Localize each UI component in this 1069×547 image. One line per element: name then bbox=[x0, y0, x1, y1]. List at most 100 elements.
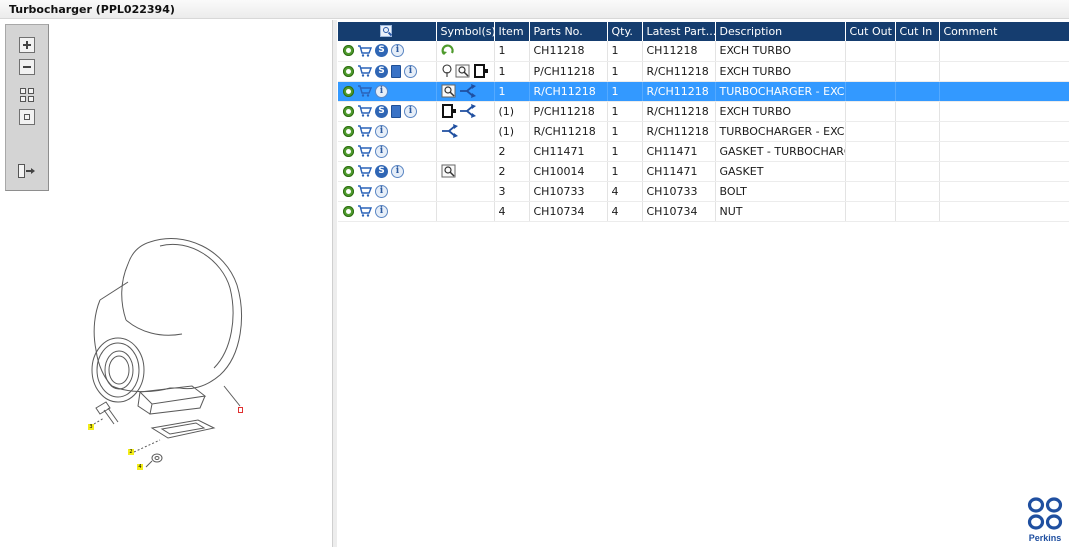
cell-qty[interactable]: 1 bbox=[607, 121, 643, 142]
branch-icon[interactable] bbox=[459, 104, 477, 118]
cell-comment[interactable] bbox=[939, 61, 1069, 82]
cell-item[interactable]: 1 bbox=[494, 81, 530, 102]
table-row[interactable]: Si 2 CH10014 1 CH11471 GASKET bbox=[338, 161, 1069, 182]
view-icon[interactable] bbox=[441, 84, 457, 98]
cell-cut-in[interactable] bbox=[895, 141, 940, 162]
cell-latest-part[interactable]: CH11471 bbox=[642, 161, 716, 182]
table-row[interactable]: i1R/CH112181R/CH11218TURBOCHARGER - EXCH… bbox=[338, 81, 1069, 102]
cell-comment[interactable] bbox=[939, 161, 1069, 182]
cart-icon[interactable] bbox=[357, 65, 372, 77]
gear-icon[interactable] bbox=[343, 45, 354, 57]
info-icon[interactable]: i bbox=[375, 84, 388, 98]
cell-cut-out[interactable] bbox=[845, 41, 896, 62]
cell-qty[interactable]: 1 bbox=[607, 81, 643, 102]
cell-cut-in[interactable] bbox=[895, 81, 940, 102]
cell-cut-in[interactable] bbox=[895, 41, 940, 62]
table-row[interactable]: i 3 CH10733 4 CH10733 BOLT bbox=[338, 181, 1069, 202]
cell-comment[interactable] bbox=[939, 41, 1069, 62]
branch-icon[interactable] bbox=[459, 84, 477, 98]
cell-parts-no[interactable]: R/CH11218 bbox=[529, 81, 608, 102]
table-row[interactable]: i2CH114711CH11471GASKET - TURBOCHARGER bbox=[338, 141, 1069, 162]
cell-description[interactable]: EXCH TURBO bbox=[715, 41, 846, 62]
cell-description[interactable]: NUT bbox=[715, 201, 846, 222]
gear-icon[interactable] bbox=[343, 105, 354, 117]
cell-item[interactable]: 4 bbox=[494, 201, 530, 222]
book-icon[interactable] bbox=[391, 64, 401, 78]
cell-parts-no[interactable]: R/CH11218 bbox=[529, 121, 608, 142]
cart-icon[interactable] bbox=[357, 125, 372, 137]
cell-item[interactable]: 1 bbox=[494, 41, 530, 62]
branch-icon[interactable] bbox=[441, 124, 459, 138]
info-icon[interactable]: i bbox=[391, 164, 404, 178]
cell-latest-part[interactable]: R/CH11218 bbox=[642, 121, 716, 142]
cell-item[interactable]: 2 bbox=[494, 161, 530, 182]
cell-latest-part[interactable]: R/CH11218 bbox=[642, 81, 716, 102]
column-header-symbols[interactable]: Symbol(s) bbox=[436, 22, 495, 41]
table-row[interactable]: Si 1 P/CH11218 1 R/CH11218 EXCH TURBO bbox=[338, 61, 1069, 82]
gear-icon[interactable] bbox=[343, 125, 354, 137]
cell-qty[interactable]: 1 bbox=[607, 141, 643, 162]
s-icon[interactable]: S bbox=[375, 164, 388, 178]
cell-item[interactable]: 1 bbox=[494, 61, 530, 82]
cell-qty[interactable]: 1 bbox=[607, 41, 643, 62]
cell-description[interactable]: TURBOCHARGER - EXCHANGE bbox=[715, 121, 846, 142]
cell-cut-in[interactable] bbox=[895, 121, 940, 142]
cell-parts-no[interactable]: CH11471 bbox=[529, 141, 608, 162]
info-icon[interactable]: i bbox=[404, 64, 417, 78]
info-icon[interactable]: i bbox=[375, 204, 388, 218]
cart-icon[interactable] bbox=[357, 165, 372, 177]
cart-icon[interactable] bbox=[357, 45, 372, 57]
s-icon[interactable]: S bbox=[375, 104, 388, 118]
table-row[interactable]: Si (1) P/CH11218 1 R/CH11218 EXCH TURBO bbox=[338, 101, 1069, 122]
table-row[interactable]: i 4 CH10734 4 CH10734 NUT bbox=[338, 201, 1069, 222]
cell-comment[interactable] bbox=[939, 101, 1069, 122]
column-header-cut-in[interactable]: Cut In bbox=[895, 22, 940, 41]
cell-cut-out[interactable] bbox=[845, 181, 896, 202]
cell-latest-part[interactable]: CH11471 bbox=[642, 141, 716, 162]
gear-icon[interactable] bbox=[343, 85, 354, 97]
cell-cut-out[interactable] bbox=[845, 141, 896, 162]
cell-item[interactable]: (1) bbox=[494, 121, 530, 142]
cell-qty[interactable]: 4 bbox=[607, 181, 643, 202]
cell-cut-in[interactable] bbox=[895, 101, 940, 122]
cell-latest-part[interactable]: CH10733 bbox=[642, 181, 716, 202]
cell-parts-no[interactable]: P/CH11218 bbox=[529, 61, 608, 82]
cell-parts-no[interactable]: CH10014 bbox=[529, 161, 608, 182]
cell-parts-no[interactable]: CH11218 bbox=[529, 41, 608, 62]
column-header-parts-no[interactable]: Parts No. bbox=[529, 22, 608, 41]
cell-item[interactable]: (1) bbox=[494, 101, 530, 122]
cell-item[interactable]: 2 bbox=[494, 141, 530, 162]
s-icon[interactable]: S bbox=[375, 44, 388, 58]
info-icon[interactable]: i bbox=[391, 44, 404, 58]
table-row[interactable]: Si 1 CH11218 1 CH11218 EXCH TURBO bbox=[338, 41, 1069, 62]
cell-parts-no[interactable]: CH10734 bbox=[529, 201, 608, 222]
gear-icon[interactable] bbox=[343, 205, 354, 217]
cell-cut-in[interactable] bbox=[895, 181, 940, 202]
cell-description[interactable]: GASKET - TURBOCHARGER bbox=[715, 141, 846, 162]
cell-comment[interactable] bbox=[939, 201, 1069, 222]
search-parts-icon[interactable] bbox=[379, 25, 394, 38]
cell-comment[interactable] bbox=[939, 81, 1069, 102]
cell-comment[interactable] bbox=[939, 141, 1069, 162]
cell-parts-no[interactable]: P/CH11218 bbox=[529, 101, 608, 122]
gear-icon[interactable] bbox=[343, 165, 354, 177]
cart-icon[interactable] bbox=[357, 105, 372, 117]
cell-cut-in[interactable] bbox=[895, 61, 940, 82]
view-icon[interactable] bbox=[441, 164, 457, 178]
column-header-description[interactable]: Description bbox=[715, 22, 846, 41]
illustration-pane[interactable]: 3 2 4 bbox=[0, 20, 333, 547]
column-header-actions[interactable] bbox=[338, 22, 437, 41]
cell-comment[interactable] bbox=[939, 121, 1069, 142]
cell-item[interactable]: 3 bbox=[494, 181, 530, 202]
column-header-comment[interactable]: Comment bbox=[939, 22, 1069, 41]
s-icon[interactable]: S bbox=[375, 64, 388, 78]
cell-latest-part[interactable]: R/CH11218 bbox=[642, 61, 716, 82]
view-icon[interactable] bbox=[455, 64, 471, 78]
gear-icon[interactable] bbox=[343, 145, 354, 157]
cell-latest-part[interactable]: R/CH11218 bbox=[642, 101, 716, 122]
cart-icon[interactable] bbox=[357, 185, 372, 197]
column-header-item[interactable]: Item bbox=[494, 22, 530, 41]
cell-qty[interactable]: 1 bbox=[607, 161, 643, 182]
cell-description[interactable]: BOLT bbox=[715, 181, 846, 202]
info-icon[interactable]: i bbox=[404, 104, 417, 118]
